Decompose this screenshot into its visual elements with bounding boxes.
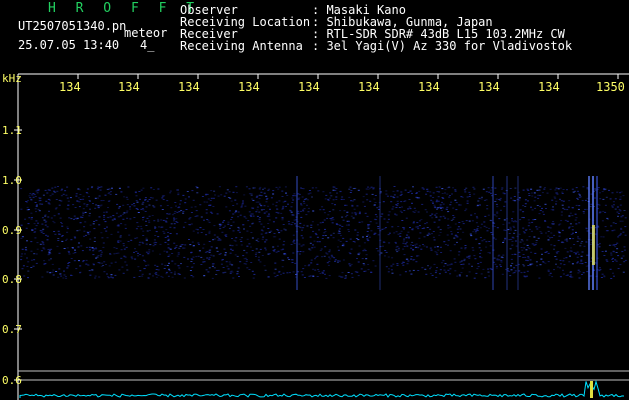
meteor-echo-core	[592, 225, 595, 265]
intensity-trace	[19, 379, 625, 398]
freq-tick-label: 1.1	[2, 124, 22, 137]
time-tick-label: 134	[418, 80, 440, 94]
freq-tick-label: 1.0	[2, 174, 22, 187]
time-tick-label: 134	[178, 80, 200, 94]
freq-tick-label: 0.8	[2, 273, 22, 286]
freq-tick-label: 0.7	[2, 323, 22, 336]
spectrogram-viewer: H R O F F T UT2507051340.pn meteor 25.07…	[0, 0, 629, 400]
time-tick-label: 134	[298, 80, 320, 94]
time-tick-label: 134	[118, 80, 140, 94]
freq-tick-label: 0.9	[2, 224, 22, 237]
intensity-peak	[590, 381, 593, 398]
time-tick-label: 1350	[596, 80, 625, 94]
time-tick-label: 134	[358, 80, 380, 94]
spectrogram-plot	[14, 73, 629, 400]
freq-tick-label: 0.6	[2, 374, 22, 387]
time-tick-label: 134	[59, 80, 81, 94]
time-tick-label: 134	[238, 80, 260, 94]
frequency-unit-label: kHz	[2, 72, 22, 85]
noise-band	[20, 186, 627, 279]
time-tick-label: 134	[478, 80, 500, 94]
time-tick-label: 134	[538, 80, 560, 94]
